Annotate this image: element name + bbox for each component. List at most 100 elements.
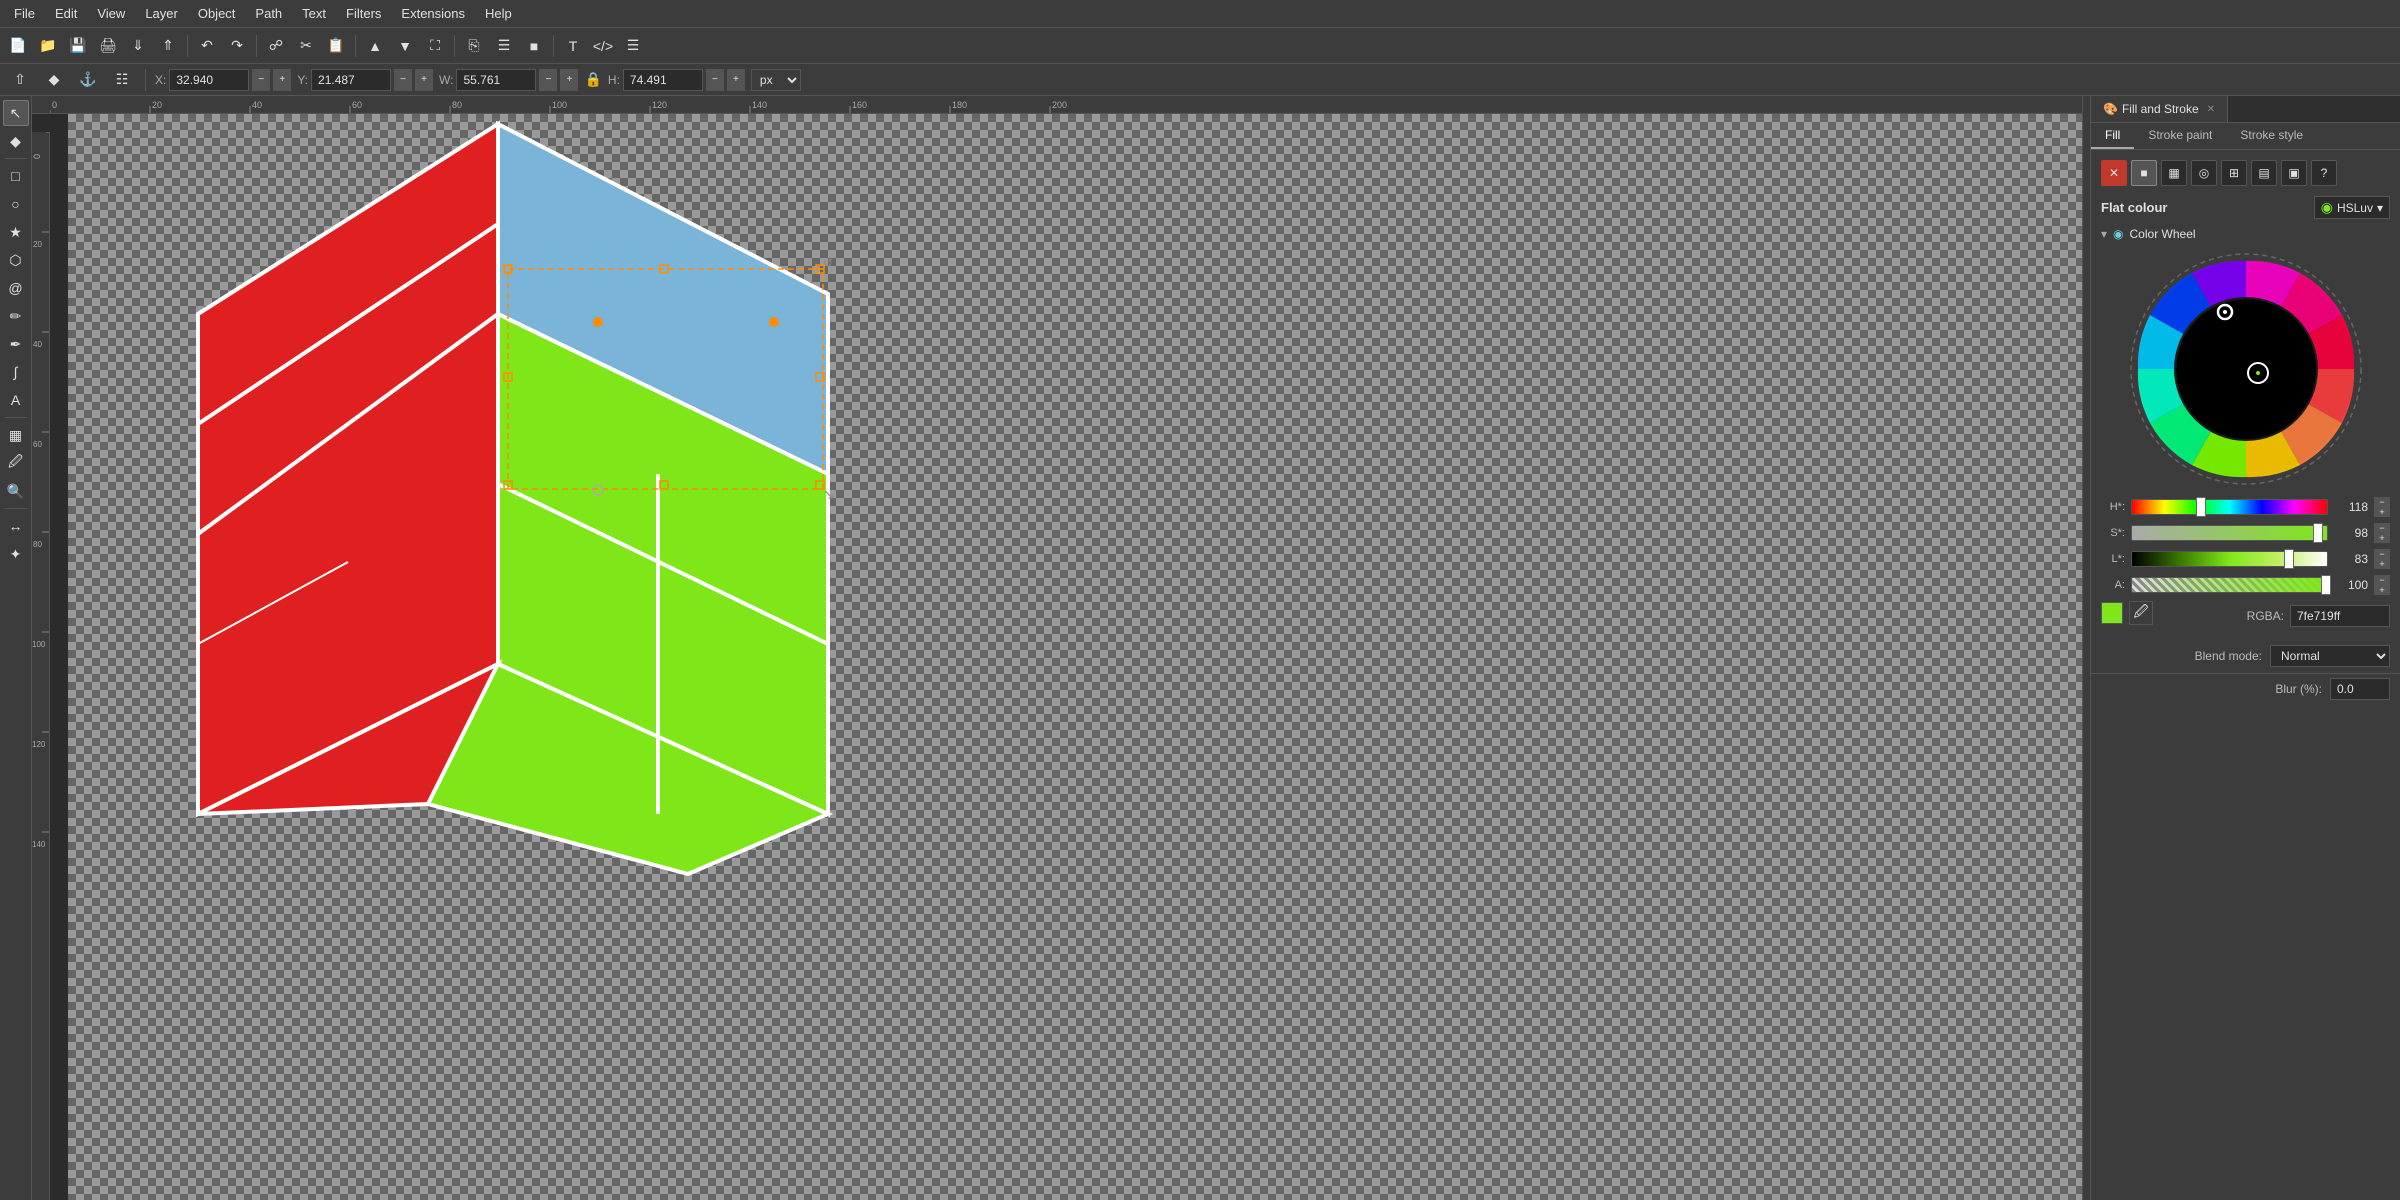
w-plus[interactable]: + xyxy=(560,69,578,91)
a-slider-minus[interactable]: − xyxy=(2374,575,2390,585)
pencil-tool-btn[interactable]: ✏ xyxy=(3,303,29,329)
star-tool-btn[interactable]: ★ xyxy=(3,219,29,245)
y-minus[interactable]: − xyxy=(394,69,412,91)
canvas-viewport[interactable]: ↘ ↺ xyxy=(68,114,2082,1200)
h-input[interactable] xyxy=(623,69,703,91)
menu-path[interactable]: Path xyxy=(245,4,292,23)
s-slider-thumb[interactable] xyxy=(2313,523,2323,543)
measure-tool-btn[interactable]: ↔ xyxy=(3,513,29,539)
a-slider-thumb[interactable] xyxy=(2321,575,2331,595)
h-plus[interactable]: + xyxy=(727,69,745,91)
fill-radial-btn[interactable]: ◎ xyxy=(2191,160,2217,186)
menu-file[interactable]: File xyxy=(4,4,45,23)
fill-linear-btn[interactable]: ▦ xyxy=(2161,160,2187,186)
print-button[interactable]: 🖨 xyxy=(94,32,122,60)
clipboard-copy-button[interactable]: ☍ xyxy=(262,32,290,60)
new-button[interactable]: 📄 xyxy=(4,32,32,60)
menu-view[interactable]: View xyxy=(87,4,135,23)
lock-icon[interactable]: 🔒 xyxy=(584,71,601,88)
spiral-tool-btn[interactable]: @ xyxy=(3,275,29,301)
grid-toggle[interactable]: ☷ xyxy=(108,66,136,94)
l-slider-plus[interactable]: + xyxy=(2374,559,2390,569)
menu-edit[interactable]: Edit xyxy=(45,4,87,23)
fill-none-btn[interactable]: ✕ xyxy=(2101,160,2127,186)
node-tool[interactable]: ◆ xyxy=(40,66,68,94)
import-button[interactable]: ⇓ xyxy=(124,32,152,60)
snap-toggle[interactable]: ⚓ xyxy=(74,66,102,94)
gradient-tool-btn[interactable]: ▦ xyxy=(3,422,29,448)
open-button[interactable]: 📁 xyxy=(34,32,62,60)
w-minus[interactable]: − xyxy=(539,69,557,91)
cut-button[interactable]: ✂ xyxy=(292,32,320,60)
export-button[interactable]: ⇑ xyxy=(154,32,182,60)
node-tool-btn[interactable]: ◆ xyxy=(3,128,29,154)
h-minus[interactable]: − xyxy=(706,69,724,91)
tab-fill[interactable]: Fill xyxy=(2091,123,2134,149)
h-slider-thumb[interactable] xyxy=(2196,497,2206,517)
l-slider-track[interactable] xyxy=(2131,551,2328,567)
fill-swatch-btn[interactable]: ▣ xyxy=(2281,160,2307,186)
fill-flat-btn[interactable]: ■ xyxy=(2131,160,2157,186)
w-input[interactable] xyxy=(456,69,536,91)
current-color-swatch[interactable] xyxy=(2101,602,2123,624)
s-slider-track[interactable] xyxy=(2131,525,2328,541)
blur-input[interactable] xyxy=(2330,678,2390,700)
x-plus[interactable]: + xyxy=(273,69,291,91)
zoom-in-button[interactable]: ▲ xyxy=(361,32,389,60)
xml-editor-button[interactable]: </> xyxy=(589,32,617,60)
y-plus[interactable]: + xyxy=(415,69,433,91)
spray-tool-btn[interactable]: ✦ xyxy=(3,541,29,567)
rect-tool-btn[interactable]: □ xyxy=(3,163,29,189)
l-slider-thumb[interactable] xyxy=(2284,549,2294,569)
s-slider-minus[interactable]: − xyxy=(2374,523,2390,533)
text-tool-btn[interactable]: A xyxy=(3,387,29,413)
redo-button[interactable]: ↷ xyxy=(223,32,251,60)
undo-button[interactable]: ↶ xyxy=(193,32,221,60)
a-slider-plus[interactable]: + xyxy=(2374,585,2390,595)
fill-mesh-btn[interactable]: ⊞ xyxy=(2221,160,2247,186)
a-slider-track[interactable] xyxy=(2131,577,2328,593)
eyedropper-tool-btn[interactable]: 🖉 xyxy=(3,450,29,476)
tab-stroke-paint[interactable]: Stroke paint xyxy=(2134,123,2226,149)
h-slider-track[interactable] xyxy=(2131,499,2328,515)
layers-button[interactable]: ☰ xyxy=(619,32,647,60)
zoom-out-button[interactable]: ▼ xyxy=(391,32,419,60)
pen-tool-btn[interactable]: ✒ xyxy=(3,331,29,357)
unit-select[interactable]: px mm cm in xyxy=(751,69,801,91)
fill-stroke-button[interactable]: ■ xyxy=(520,32,548,60)
x-input[interactable] xyxy=(169,69,249,91)
menu-object[interactable]: Object xyxy=(188,4,246,23)
node-editor-button[interactable]: ⎘ xyxy=(460,32,488,60)
blend-mode-select[interactable]: Normal Multiply Screen Overlay xyxy=(2270,645,2390,667)
fill-unknown-btn[interactable]: ? xyxy=(2311,160,2337,186)
eyedropper-button[interactable]: 🖉 xyxy=(2129,601,2153,625)
fill-stroke-tab[interactable]: 🎨 Fill and Stroke ✕ xyxy=(2091,96,2228,122)
color-wheel-header[interactable]: ▾ ◉ Color Wheel xyxy=(2101,227,2390,241)
save-button[interactable]: 💾 xyxy=(64,32,92,60)
menu-layer[interactable]: Layer xyxy=(135,4,188,23)
circle-tool-btn[interactable]: ○ xyxy=(3,191,29,217)
h-slider-minus[interactable]: − xyxy=(2374,497,2390,507)
select-tool-btn[interactable]: ↖ xyxy=(3,100,29,126)
text-tool-button[interactable]: T xyxy=(559,32,587,60)
menu-extensions[interactable]: Extensions xyxy=(391,4,475,23)
panel-close-btn[interactable]: ✕ xyxy=(2207,104,2215,115)
callig-tool-btn[interactable]: ∫ xyxy=(3,359,29,385)
h-slider-plus[interactable]: + xyxy=(2374,507,2390,517)
paste-button[interactable]: 📋 xyxy=(322,32,350,60)
side-scrollbar[interactable] xyxy=(2082,96,2090,1200)
menu-filters[interactable]: Filters xyxy=(336,4,391,23)
color-wheel-wrapper[interactable] xyxy=(2101,249,2390,489)
zoom-tool-btn[interactable]: 🔍 xyxy=(3,478,29,504)
poly-tool-btn[interactable]: ⬡ xyxy=(3,247,29,273)
rgba-input[interactable] xyxy=(2290,605,2390,627)
color-model-dropdown[interactable]: ◉ HSLuv ▾ xyxy=(2314,196,2390,219)
x-minus[interactable]: − xyxy=(252,69,270,91)
menu-help[interactable]: Help xyxy=(475,4,522,23)
y-input[interactable] xyxy=(311,69,391,91)
align-button[interactable]: ☰ xyxy=(490,32,518,60)
zoom-fit-button[interactable]: ⛶ xyxy=(421,32,449,60)
s-slider-plus[interactable]: + xyxy=(2374,533,2390,543)
l-slider-minus[interactable]: − xyxy=(2374,549,2390,559)
fill-pattern-btn[interactable]: ▤ xyxy=(2251,160,2277,186)
